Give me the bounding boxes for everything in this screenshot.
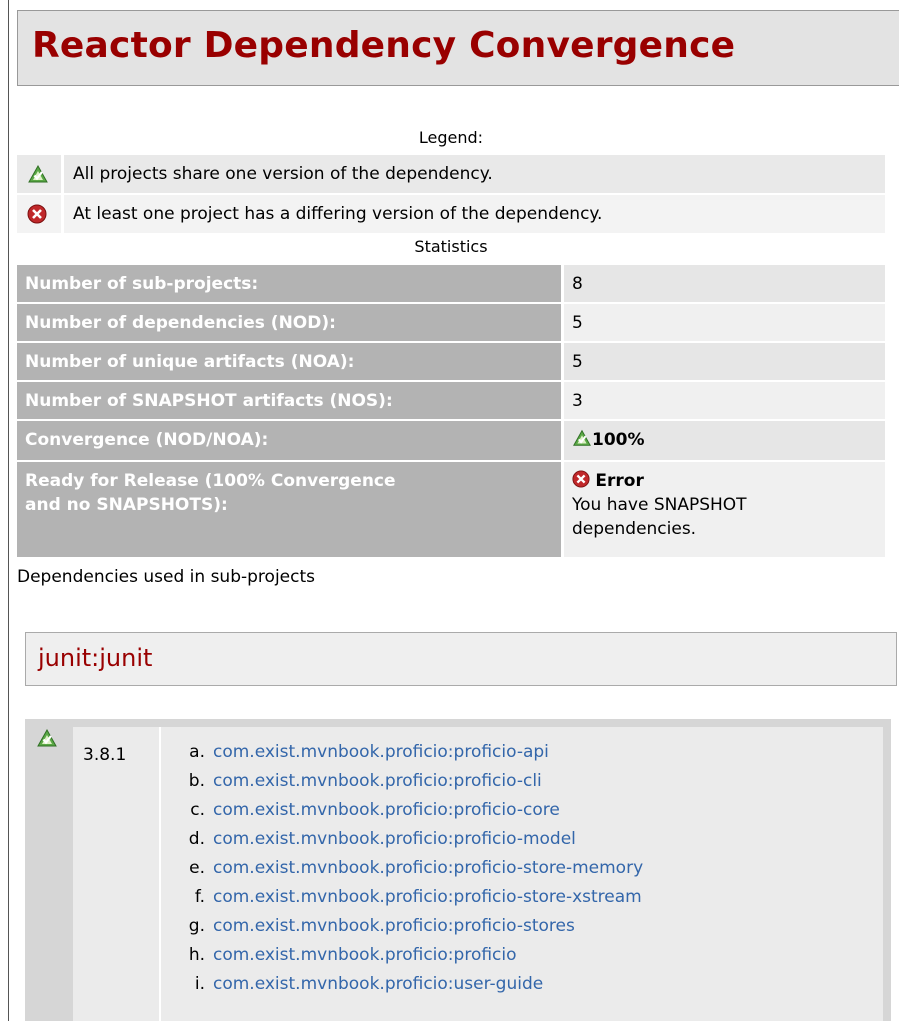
- stats-label: Ready for Release (100% Convergence and …: [17, 462, 561, 557]
- convergence-value: 100%: [592, 430, 645, 450]
- legend-icon-cell: [17, 155, 61, 193]
- project-link[interactable]: com.exist.mvnbook.proficio:proficio-stor…: [213, 858, 643, 878]
- project-link[interactable]: com.exist.mvnbook.proficio:user-guide: [213, 974, 543, 994]
- list-item: g. com.exist.mvnbook.proficio:proficio-st…: [181, 916, 643, 945]
- stats-label: Number of SNAPSHOT artifacts (NOS):: [17, 382, 561, 419]
- list-marker: i.: [194, 974, 205, 994]
- dependency-details: 3.8.1 a. com.exist.mvnbook.proficio:profi…: [25, 719, 891, 1021]
- success-icon: [37, 728, 57, 747]
- stats-label: Number of unique artifacts (NOA):: [17, 343, 561, 380]
- list-item: b. com.exist.mvnbook.proficio:proficio-cl…: [181, 771, 643, 800]
- stats-row-release: Ready for Release (100% Convergence and …: [17, 462, 885, 557]
- list-item: h. com.exist.mvnbook.proficio:proficio: [181, 945, 643, 974]
- legend-divider: [61, 155, 64, 193]
- stats-row-convergence: Convergence (NOD/NOA): 100%: [17, 421, 885, 460]
- list-marker: a.: [189, 742, 205, 762]
- legend-text-error: At least one project has a differing ver…: [73, 204, 603, 224]
- list-marker: e.: [189, 858, 205, 878]
- dependencies-caption: Dependencies used in sub-projects: [17, 567, 315, 587]
- list-item: i. com.exist.mvnbook.proficio:user-guide: [181, 974, 643, 1003]
- legend-text-success: All projects share one version of the de…: [73, 164, 493, 184]
- list-marker: g.: [188, 916, 205, 936]
- success-icon: [573, 429, 591, 446]
- stats-value: 5: [564, 343, 885, 380]
- project-link[interactable]: com.exist.mvnbook.proficio:proficio-core: [213, 800, 560, 820]
- page-left-border: [8, 0, 9, 1021]
- page-title: Reactor Dependency Convergence: [32, 25, 736, 66]
- stats-row-noa: Number of unique artifacts (NOA): 5: [17, 343, 885, 380]
- list-marker: d.: [188, 829, 205, 849]
- list-marker: f.: [194, 887, 205, 907]
- stats-value: 5: [564, 304, 885, 341]
- error-icon: [27, 204, 47, 224]
- list-item: e. com.exist.mvnbook.proficio:proficio-st…: [181, 858, 643, 887]
- stats-row-nos: Number of SNAPSHOT artifacts (NOS): 3: [17, 382, 885, 419]
- statistics-heading: Statistics: [414, 237, 488, 256]
- project-link[interactable]: com.exist.mvnbook.proficio:proficio: [213, 945, 517, 965]
- dependency-version: 3.8.1: [83, 745, 127, 765]
- legend-divider: [61, 195, 64, 233]
- stats-label-line1: Ready for Release (100% Convergence: [25, 471, 396, 491]
- dependency-header: junit:junit: [25, 632, 897, 686]
- list-item: d. com.exist.mvnbook.proficio:proficio-mo…: [181, 829, 643, 858]
- list-item: a. com.exist.mvnbook.proficio:proficio-ap…: [181, 742, 643, 771]
- release-status: Error: [595, 471, 644, 491]
- stats-value: Error You have SNAPSHOT dependencies.: [564, 462, 885, 557]
- dependency-name: junit:junit: [38, 644, 153, 672]
- success-icon: [28, 164, 48, 183]
- legend-heading: Legend:: [418, 128, 484, 147]
- project-link[interactable]: com.exist.mvnbook.proficio:proficio-stor…: [213, 887, 642, 907]
- project-link[interactable]: com.exist.mvnbook.proficio:proficio-cli: [213, 771, 542, 791]
- list-marker: h.: [188, 945, 205, 965]
- stats-label: Number of dependencies (NOD):: [17, 304, 561, 341]
- stats-value: 8: [564, 265, 885, 302]
- project-link[interactable]: com.exist.mvnbook.proficio:proficio-mode…: [213, 829, 576, 849]
- dependency-version-table: 3.8.1 a. com.exist.mvnbook.proficio:profi…: [73, 727, 883, 1021]
- project-link[interactable]: com.exist.mvnbook.proficio:proficio-api: [213, 742, 549, 762]
- version-divider: [159, 727, 161, 1021]
- stats-row-subprojects: Number of sub-projects: 8: [17, 265, 885, 302]
- project-list: a. com.exist.mvnbook.proficio:proficio-ap…: [181, 742, 643, 1003]
- legend-row-success: All projects share one version of the de…: [17, 155, 885, 193]
- stats-label-line2: and no SNAPSHOTS):: [25, 495, 228, 515]
- stats-label: Convergence (NOD/NOA):: [17, 421, 561, 460]
- legend-icon-cell: [17, 195, 61, 233]
- project-link[interactable]: com.exist.mvnbook.proficio:proficio-stor…: [213, 916, 575, 936]
- stats-value: 100%: [564, 421, 885, 460]
- stats-value: 3: [564, 382, 885, 419]
- list-item: f. com.exist.mvnbook.proficio:proficio-st…: [181, 887, 643, 916]
- release-note-line2: dependencies.: [572, 519, 697, 539]
- error-icon: [572, 470, 590, 488]
- page-header: Reactor Dependency Convergence: [17, 10, 899, 86]
- list-item: c. com.exist.mvnbook.proficio:proficio-co…: [181, 800, 643, 829]
- release-note-line1: You have SNAPSHOT: [572, 495, 747, 515]
- legend-row-error: At least one project has a differing ver…: [17, 195, 885, 233]
- list-marker: c.: [190, 800, 205, 820]
- stats-label: Number of sub-projects:: [17, 265, 561, 302]
- dependency-status-cell: [25, 719, 70, 1021]
- list-marker: b.: [188, 771, 205, 791]
- stats-row-nod: Number of dependencies (NOD): 5: [17, 304, 885, 341]
